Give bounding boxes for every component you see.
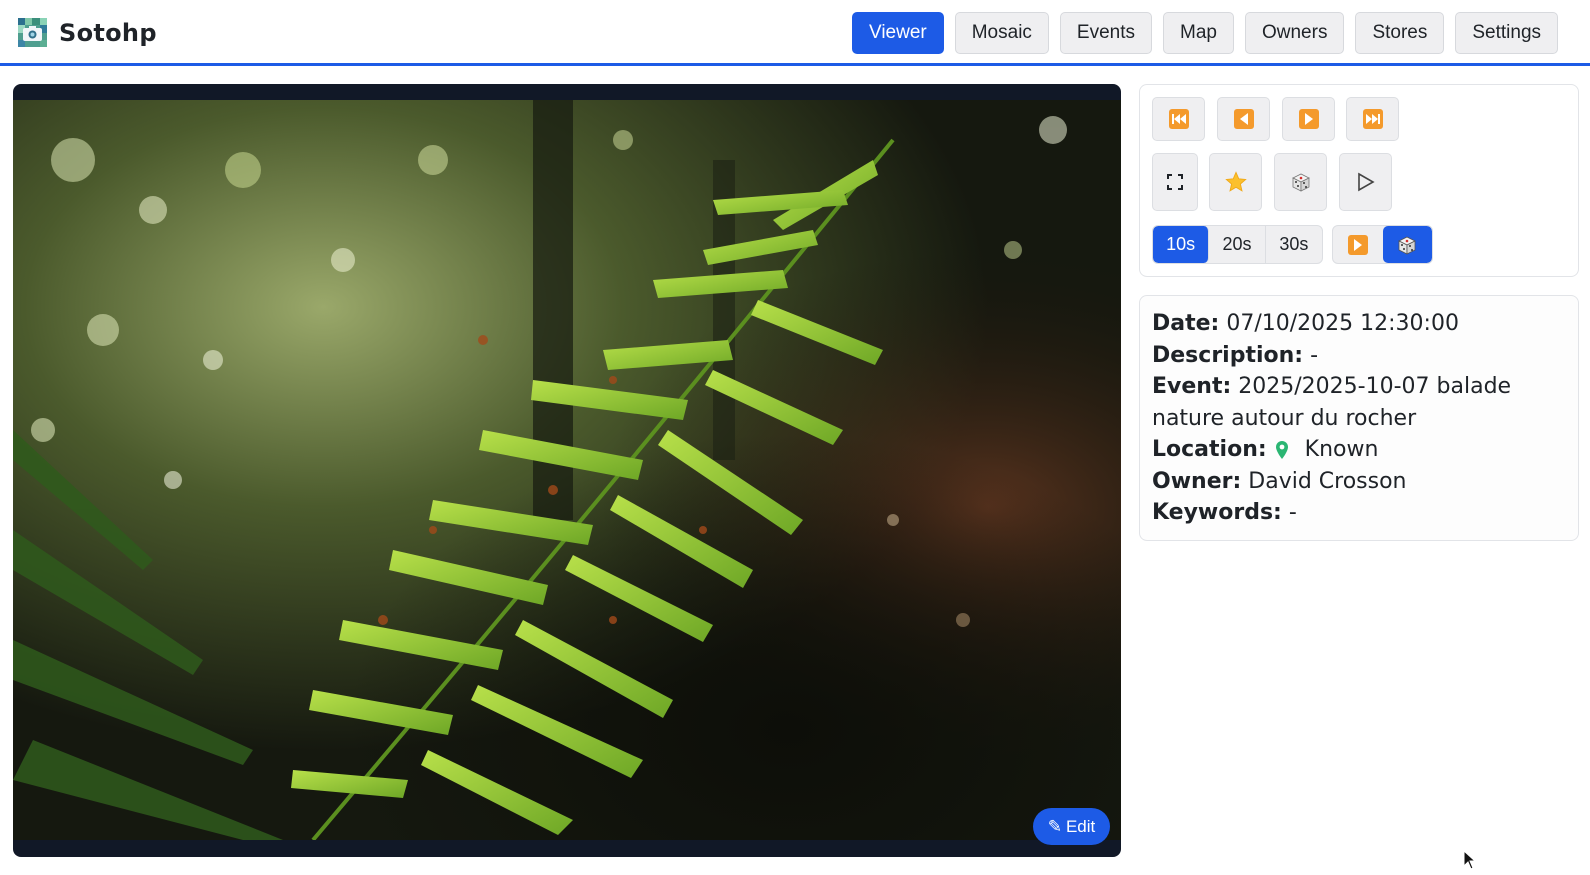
owner-label: Owner: bbox=[1152, 468, 1242, 494]
next-photo-button[interactable] bbox=[1282, 97, 1335, 141]
main-nav: Viewer Mosaic Events Map Owners Stores S… bbox=[852, 12, 1559, 54]
fern-photo[interactable] bbox=[13, 100, 1121, 840]
description-value: - bbox=[1310, 342, 1319, 368]
sequential-play-icon bbox=[1347, 234, 1368, 255]
location-value[interactable]: Known bbox=[1305, 437, 1379, 462]
order-mode-selector bbox=[1332, 225, 1433, 264]
pencil-icon: ✎ bbox=[1047, 816, 1062, 836]
edit-label: Edit bbox=[1065, 816, 1096, 836]
random-photo-button[interactable] bbox=[1274, 153, 1327, 211]
interval-10s-button[interactable]: 10s bbox=[1153, 226, 1210, 263]
photo-viewer: ✎ Edit bbox=[13, 84, 1121, 857]
nav-stores-button[interactable]: Stores bbox=[1355, 12, 1445, 54]
date-label: Date: bbox=[1152, 311, 1220, 336]
first-icon bbox=[1168, 109, 1189, 129]
nav-map-button[interactable]: Map bbox=[1163, 12, 1234, 54]
nav-viewer-button[interactable]: Viewer bbox=[852, 12, 944, 54]
app-name: Sotohp bbox=[59, 18, 157, 47]
app-header: Sotohp Viewer Mosaic Events Map Owners S… bbox=[0, 0, 1590, 66]
random-mode-button[interactable] bbox=[1382, 226, 1432, 263]
next-icon bbox=[1298, 109, 1319, 129]
random-icon bbox=[1291, 173, 1310, 192]
last-icon bbox=[1362, 109, 1383, 129]
favorite-button[interactable] bbox=[1209, 153, 1262, 211]
info-description: Description: - bbox=[1152, 340, 1566, 372]
star-icon bbox=[1224, 171, 1247, 192]
date-value: 07/10/2025 12:30:00 bbox=[1226, 311, 1459, 336]
sequential-mode-button[interactable] bbox=[1333, 226, 1383, 263]
edit-button[interactable]: ✎ Edit bbox=[1033, 808, 1110, 845]
interval-selector: 10s 20s 30s bbox=[1152, 225, 1323, 264]
fullscreen-icon bbox=[1167, 174, 1183, 190]
interval-30s-button[interactable]: 30s bbox=[1266, 226, 1322, 263]
info-location: Location: Known bbox=[1152, 434, 1566, 466]
location-label: Location: bbox=[1152, 437, 1267, 462]
keywords-label: Keywords: bbox=[1152, 500, 1282, 525]
location-pin-icon bbox=[1275, 441, 1288, 459]
fullscreen-button[interactable] bbox=[1152, 153, 1198, 211]
nav-mosaic-button[interactable]: Mosaic bbox=[954, 12, 1049, 54]
photo-info-panel: Date: 07/10/2025 12:30:00 Description: -… bbox=[1139, 295, 1579, 541]
owner-value: David Crosson bbox=[1248, 468, 1407, 494]
info-keywords: Keywords: - bbox=[1152, 497, 1566, 529]
description-label: Description: bbox=[1152, 342, 1304, 368]
event-label: Event: bbox=[1152, 374, 1232, 399]
brand[interactable]: Sotohp bbox=[18, 18, 157, 47]
nav-events-button[interactable]: Events bbox=[1059, 12, 1153, 54]
info-owner: Owner: David Crosson bbox=[1152, 466, 1566, 498]
last-photo-button[interactable] bbox=[1346, 97, 1399, 141]
camera-logo-icon bbox=[18, 18, 47, 47]
previous-photo-button[interactable] bbox=[1217, 97, 1270, 141]
info-date: Date: 07/10/2025 12:30:00 bbox=[1152, 308, 1566, 340]
slideshow-play-button[interactable] bbox=[1339, 153, 1392, 211]
slideshow-controls: 10s 20s 30s bbox=[1139, 84, 1579, 277]
nav-settings-button[interactable]: Settings bbox=[1455, 12, 1559, 54]
random-dice-icon bbox=[1398, 236, 1417, 255]
play-icon bbox=[1357, 172, 1375, 192]
interval-20s-button[interactable]: 20s bbox=[1209, 226, 1266, 263]
first-photo-button[interactable] bbox=[1152, 97, 1205, 141]
mouse-cursor-icon bbox=[1463, 850, 1477, 870]
info-event: Event: 2025/2025-10-07 balade nature aut… bbox=[1152, 371, 1566, 434]
nav-owners-button[interactable]: Owners bbox=[1244, 12, 1345, 54]
keywords-value: - bbox=[1288, 500, 1297, 525]
previous-icon bbox=[1233, 109, 1254, 129]
